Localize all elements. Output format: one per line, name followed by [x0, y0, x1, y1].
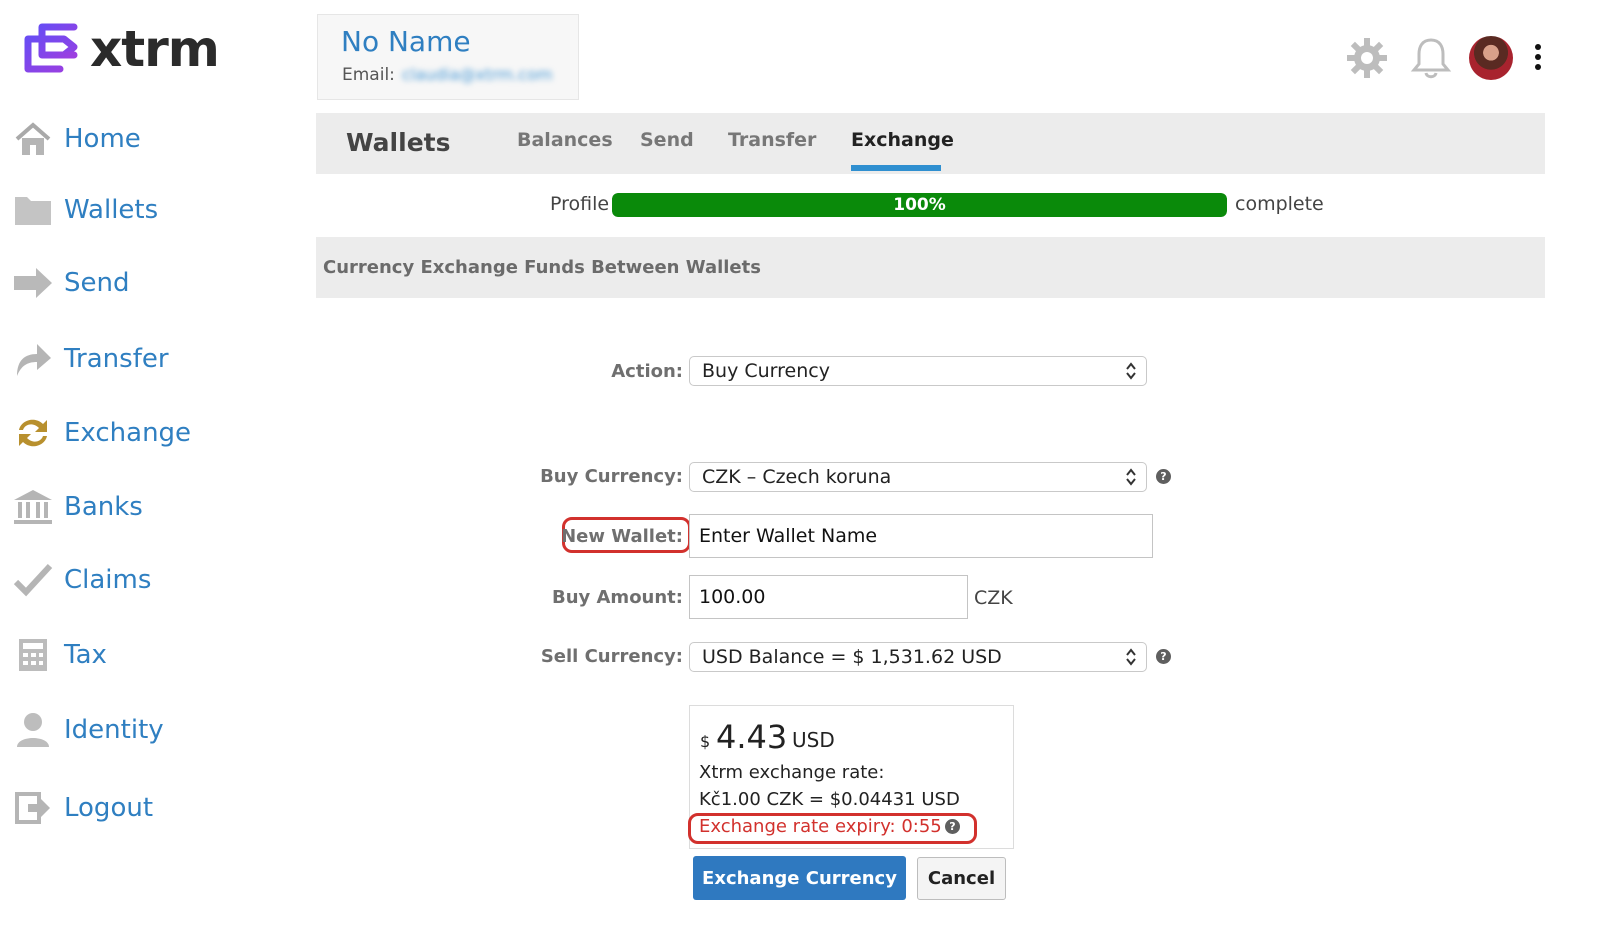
sidebar-item-claims[interactable]: Claims: [12, 558, 151, 602]
checkmark-icon: [12, 560, 54, 600]
buy-currency-select[interactable]: CZK – Czech koruna: [689, 462, 1147, 492]
buy-currency-help-icon[interactable]: ?: [1156, 469, 1171, 484]
person-icon: [12, 710, 54, 750]
sidebar-item-transfer[interactable]: Transfer: [12, 337, 169, 381]
transfer-arrow-icon: [12, 339, 54, 379]
active-tab-indicator: [851, 165, 941, 171]
buy-amount-label: Buy Amount:: [551, 587, 683, 608]
buy-currency-value: CZK – Czech koruna: [702, 466, 892, 488]
exchange-icon: [12, 413, 54, 453]
sidebar-item-label: Banks: [64, 492, 143, 522]
buy-currency-label: Buy Currency:: [540, 466, 683, 487]
sidebar-item-label: Wallets: [64, 195, 159, 225]
select-arrows-icon: [1126, 648, 1136, 666]
user-name: No Name: [341, 25, 471, 58]
action-select-value: Buy Currency: [702, 360, 830, 382]
email-label: Email:: [342, 65, 395, 85]
bank-icon: [12, 487, 54, 527]
tab-exchange[interactable]: Exchange: [851, 129, 954, 151]
bell-icon[interactable]: [1410, 36, 1452, 84]
select-arrows-icon: [1126, 468, 1136, 486]
buy-amount-input[interactable]: 100.00: [689, 575, 968, 619]
sidebar-item-home[interactable]: Home: [12, 117, 141, 161]
sell-currency-value: USD Balance = $ 1,531.62 USD: [702, 646, 1002, 668]
tab-transfer[interactable]: Transfer: [728, 129, 816, 151]
tab-send[interactable]: Send: [640, 129, 694, 151]
home-icon: [12, 119, 54, 159]
select-arrows-icon: [1126, 362, 1136, 380]
sell-currency-select[interactable]: USD Balance = $ 1,531.62 USD: [689, 642, 1147, 672]
xtrm-logo[interactable]: xtrm: [20, 18, 220, 80]
logo-wordmark: xtrm: [90, 20, 220, 78]
more-options-icon[interactable]: [1533, 44, 1543, 74]
profile-complete-label: complete: [1235, 193, 1324, 215]
logout-icon: [12, 788, 54, 828]
sidebar-item-label: Claims: [64, 565, 152, 595]
calculator-icon: [12, 635, 54, 675]
quote-currency-symbol: $: [700, 732, 711, 751]
sidebar-item-logout[interactable]: Logout: [12, 786, 153, 830]
exchange-currency-button[interactable]: Exchange Currency: [693, 856, 906, 900]
expiry-highlight: [688, 813, 977, 844]
action-select[interactable]: Buy Currency: [689, 356, 1147, 386]
page-title: Wallets: [346, 128, 451, 157]
sidebar-item-wallets[interactable]: Wallets: [12, 188, 158, 232]
section-title: Currency Exchange Funds Between Wallets: [323, 257, 761, 278]
sidebar-item-banks[interactable]: Banks: [12, 485, 143, 529]
profile-progress-bar: 100%: [612, 193, 1227, 217]
folder-icon: [12, 190, 54, 230]
section-header: Currency Exchange Funds Between Wallets: [316, 237, 1545, 298]
sidebar-item-label: Transfer: [64, 344, 169, 374]
sidebar-item-label: Identity: [64, 715, 164, 745]
avatar[interactable]: [1469, 36, 1513, 80]
quote-amount: 4.43: [716, 718, 788, 756]
sidebar-item-label: Home: [64, 124, 141, 154]
cancel-button[interactable]: Cancel: [917, 857, 1006, 900]
sidebar-item-label: Exchange: [64, 418, 192, 448]
arrow-right-icon: [12, 263, 54, 303]
sell-currency-help-icon[interactable]: ?: [1156, 649, 1171, 664]
xtrm-logo-icon: [24, 23, 78, 73]
action-label: Action:: [611, 361, 683, 382]
sidebar-item-label: Tax: [64, 640, 107, 670]
exchange-rate-value: Kč1.00 CZK = $0.04431 USD: [699, 789, 960, 810]
tab-balances[interactable]: Balances: [517, 129, 613, 151]
sidebar-item-label: Send: [64, 268, 130, 298]
email-value: claudia@xtrm.com: [402, 65, 553, 84]
sidebar-item-exchange[interactable]: Exchange: [12, 411, 191, 455]
sidebar-item-send[interactable]: Send: [12, 261, 129, 305]
sidebar-item-label: Logout: [64, 793, 154, 823]
profile-label: Profile: [550, 193, 610, 215]
profile-progress-text: 100%: [893, 195, 946, 215]
sidebar-item-identity[interactable]: Identity: [12, 708, 164, 752]
new-wallet-label: New Wallet:: [561, 526, 683, 547]
sidebar-item-tax[interactable]: Tax: [12, 633, 107, 677]
quote-currency: USD: [792, 728, 835, 752]
exchange-rate-label: Xtrm exchange rate:: [699, 762, 885, 783]
sell-currency-label: Sell Currency:: [540, 646, 683, 667]
buy-amount-unit: CZK: [974, 587, 1013, 609]
user-card: No Name Email: claudia@xtrm.com: [317, 14, 579, 100]
gear-icon[interactable]: [1345, 36, 1389, 84]
new-wallet-input[interactable]: Enter Wallet Name: [689, 514, 1153, 558]
